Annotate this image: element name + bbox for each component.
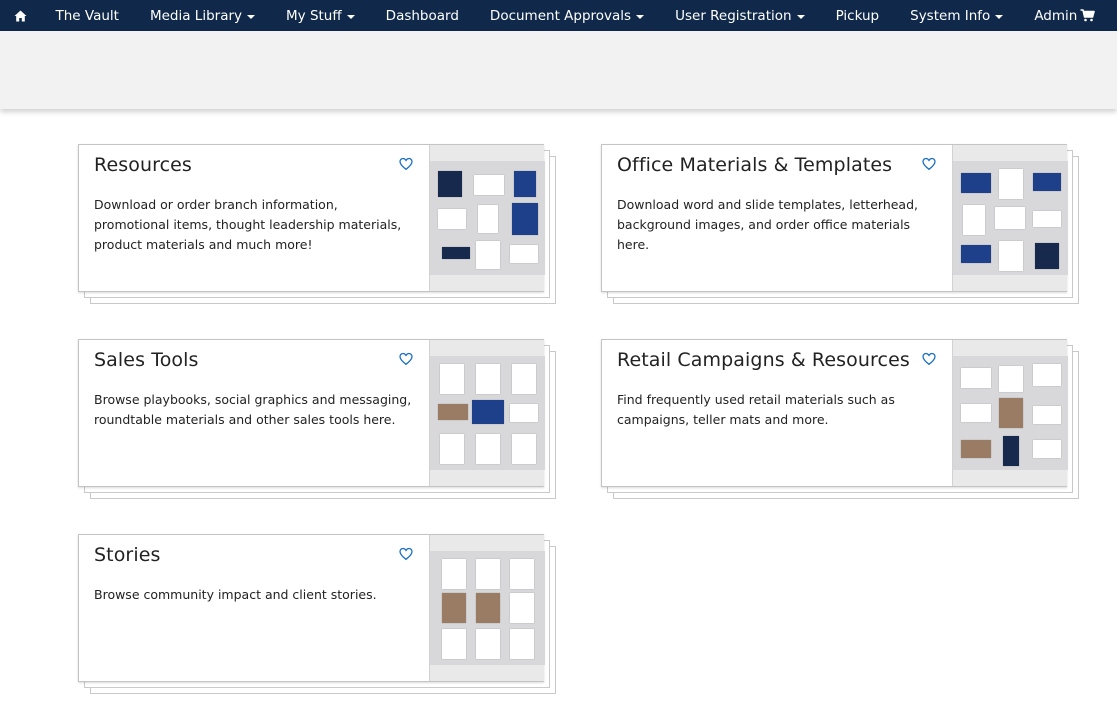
- nav-label: System Info: [910, 7, 991, 24]
- heart-icon[interactable]: [922, 352, 936, 366]
- card-title[interactable]: Office Materials & Templates: [617, 153, 937, 177]
- card-title[interactable]: Resources: [94, 153, 414, 177]
- nav-pickup[interactable]: Pickup: [820, 0, 895, 31]
- top-navbar: The Vault Media Library My Stuff Dashboa…: [0, 0, 1117, 31]
- page-banner: [0, 31, 1117, 109]
- thumbnail-image: [953, 356, 1068, 470]
- thumbnail-image: [430, 356, 545, 470]
- card-body: Retail Campaigns & Resources Find freque…: [602, 340, 952, 486]
- nav-label: The Vault: [55, 7, 119, 24]
- card[interactable]: Resources Download or order branch infor…: [78, 144, 545, 292]
- category-card-stories[interactable]: Stories Browse community impact and clie…: [78, 534, 556, 694]
- card[interactable]: Stories Browse community impact and clie…: [78, 534, 545, 682]
- card-description: Browse playbooks, social graphics and me…: [94, 392, 412, 427]
- nav-user-registration[interactable]: User Registration: [660, 0, 820, 31]
- nav-label: Dashboard: [385, 7, 459, 24]
- card[interactable]: Sales Tools Browse playbooks, social gra…: [78, 339, 545, 487]
- caret-down-icon: [247, 14, 256, 19]
- card[interactable]: Office Materials & Templates Download wo…: [601, 144, 1068, 292]
- card-body: Resources Download or order branch infor…: [79, 145, 429, 291]
- card-body: Stories Browse community impact and clie…: [79, 535, 429, 681]
- category-card-office-materials[interactable]: Office Materials & Templates Download wo…: [601, 144, 1079, 304]
- card[interactable]: Retail Campaigns & Resources Find freque…: [601, 339, 1068, 487]
- nav-dashboard[interactable]: Dashboard: [370, 0, 474, 31]
- category-card-retail-campaigns[interactable]: Retail Campaigns & Resources Find freque…: [601, 339, 1079, 499]
- card-description: Browse community impact and client stori…: [94, 587, 377, 602]
- card-thumbnail[interactable]: [429, 340, 545, 486]
- heart-icon[interactable]: [399, 352, 413, 366]
- caret-down-icon: [636, 14, 645, 19]
- nav-cart[interactable]: [1080, 0, 1095, 31]
- card-title[interactable]: Retail Campaigns & Resources: [617, 348, 937, 372]
- card-body: Sales Tools Browse playbooks, social gra…: [79, 340, 429, 486]
- card-title[interactable]: Stories: [94, 543, 414, 567]
- thumbnail-image: [430, 161, 545, 275]
- caret-down-icon: [995, 14, 1004, 19]
- card-description: Find frequently used retail materials su…: [617, 392, 895, 427]
- nav-label: Pickup: [835, 7, 880, 24]
- thumbnail-image: [953, 161, 1068, 275]
- nav-media-library[interactable]: Media Library: [134, 0, 270, 31]
- caret-down-icon: [346, 14, 355, 19]
- card-body: Office Materials & Templates Download wo…: [602, 145, 952, 291]
- nav-label: User Registration: [675, 7, 792, 24]
- card-thumbnail[interactable]: [429, 535, 545, 681]
- nav-label: Media Library: [149, 7, 243, 24]
- home-icon: [14, 10, 26, 21]
- nav-document-approvals[interactable]: Document Approvals: [474, 0, 659, 31]
- card-thumbnail[interactable]: [952, 340, 1068, 486]
- heart-icon[interactable]: [922, 157, 936, 171]
- thumbnail-image: [430, 551, 545, 665]
- nav-my-stuff[interactable]: My Stuff: [271, 0, 371, 31]
- heart-icon[interactable]: [399, 157, 413, 171]
- card-thumbnail[interactable]: [952, 145, 1068, 291]
- card-title[interactable]: Sales Tools: [94, 348, 414, 372]
- nav-home[interactable]: [0, 0, 40, 31]
- caret-down-icon: [796, 14, 805, 19]
- nav-label: My Stuff: [286, 7, 342, 24]
- nav-label: Document Approvals: [489, 7, 632, 24]
- heart-icon[interactable]: [399, 547, 413, 561]
- nav-system-info[interactable]: System Info: [895, 0, 1019, 31]
- card-description: Download or order branch information, pr…: [94, 197, 402, 252]
- category-card-sales-tools[interactable]: Sales Tools Browse playbooks, social gra…: [78, 339, 556, 499]
- nav-the-vault[interactable]: The Vault: [40, 0, 134, 31]
- category-card-resources[interactable]: Resources Download or order branch infor…: [78, 144, 556, 304]
- shopping-cart-icon: [1080, 9, 1095, 22]
- card-thumbnail[interactable]: [429, 145, 545, 291]
- nav-label: Admin: [1034, 7, 1078, 24]
- card-description: Download word and slide templates, lette…: [617, 197, 918, 252]
